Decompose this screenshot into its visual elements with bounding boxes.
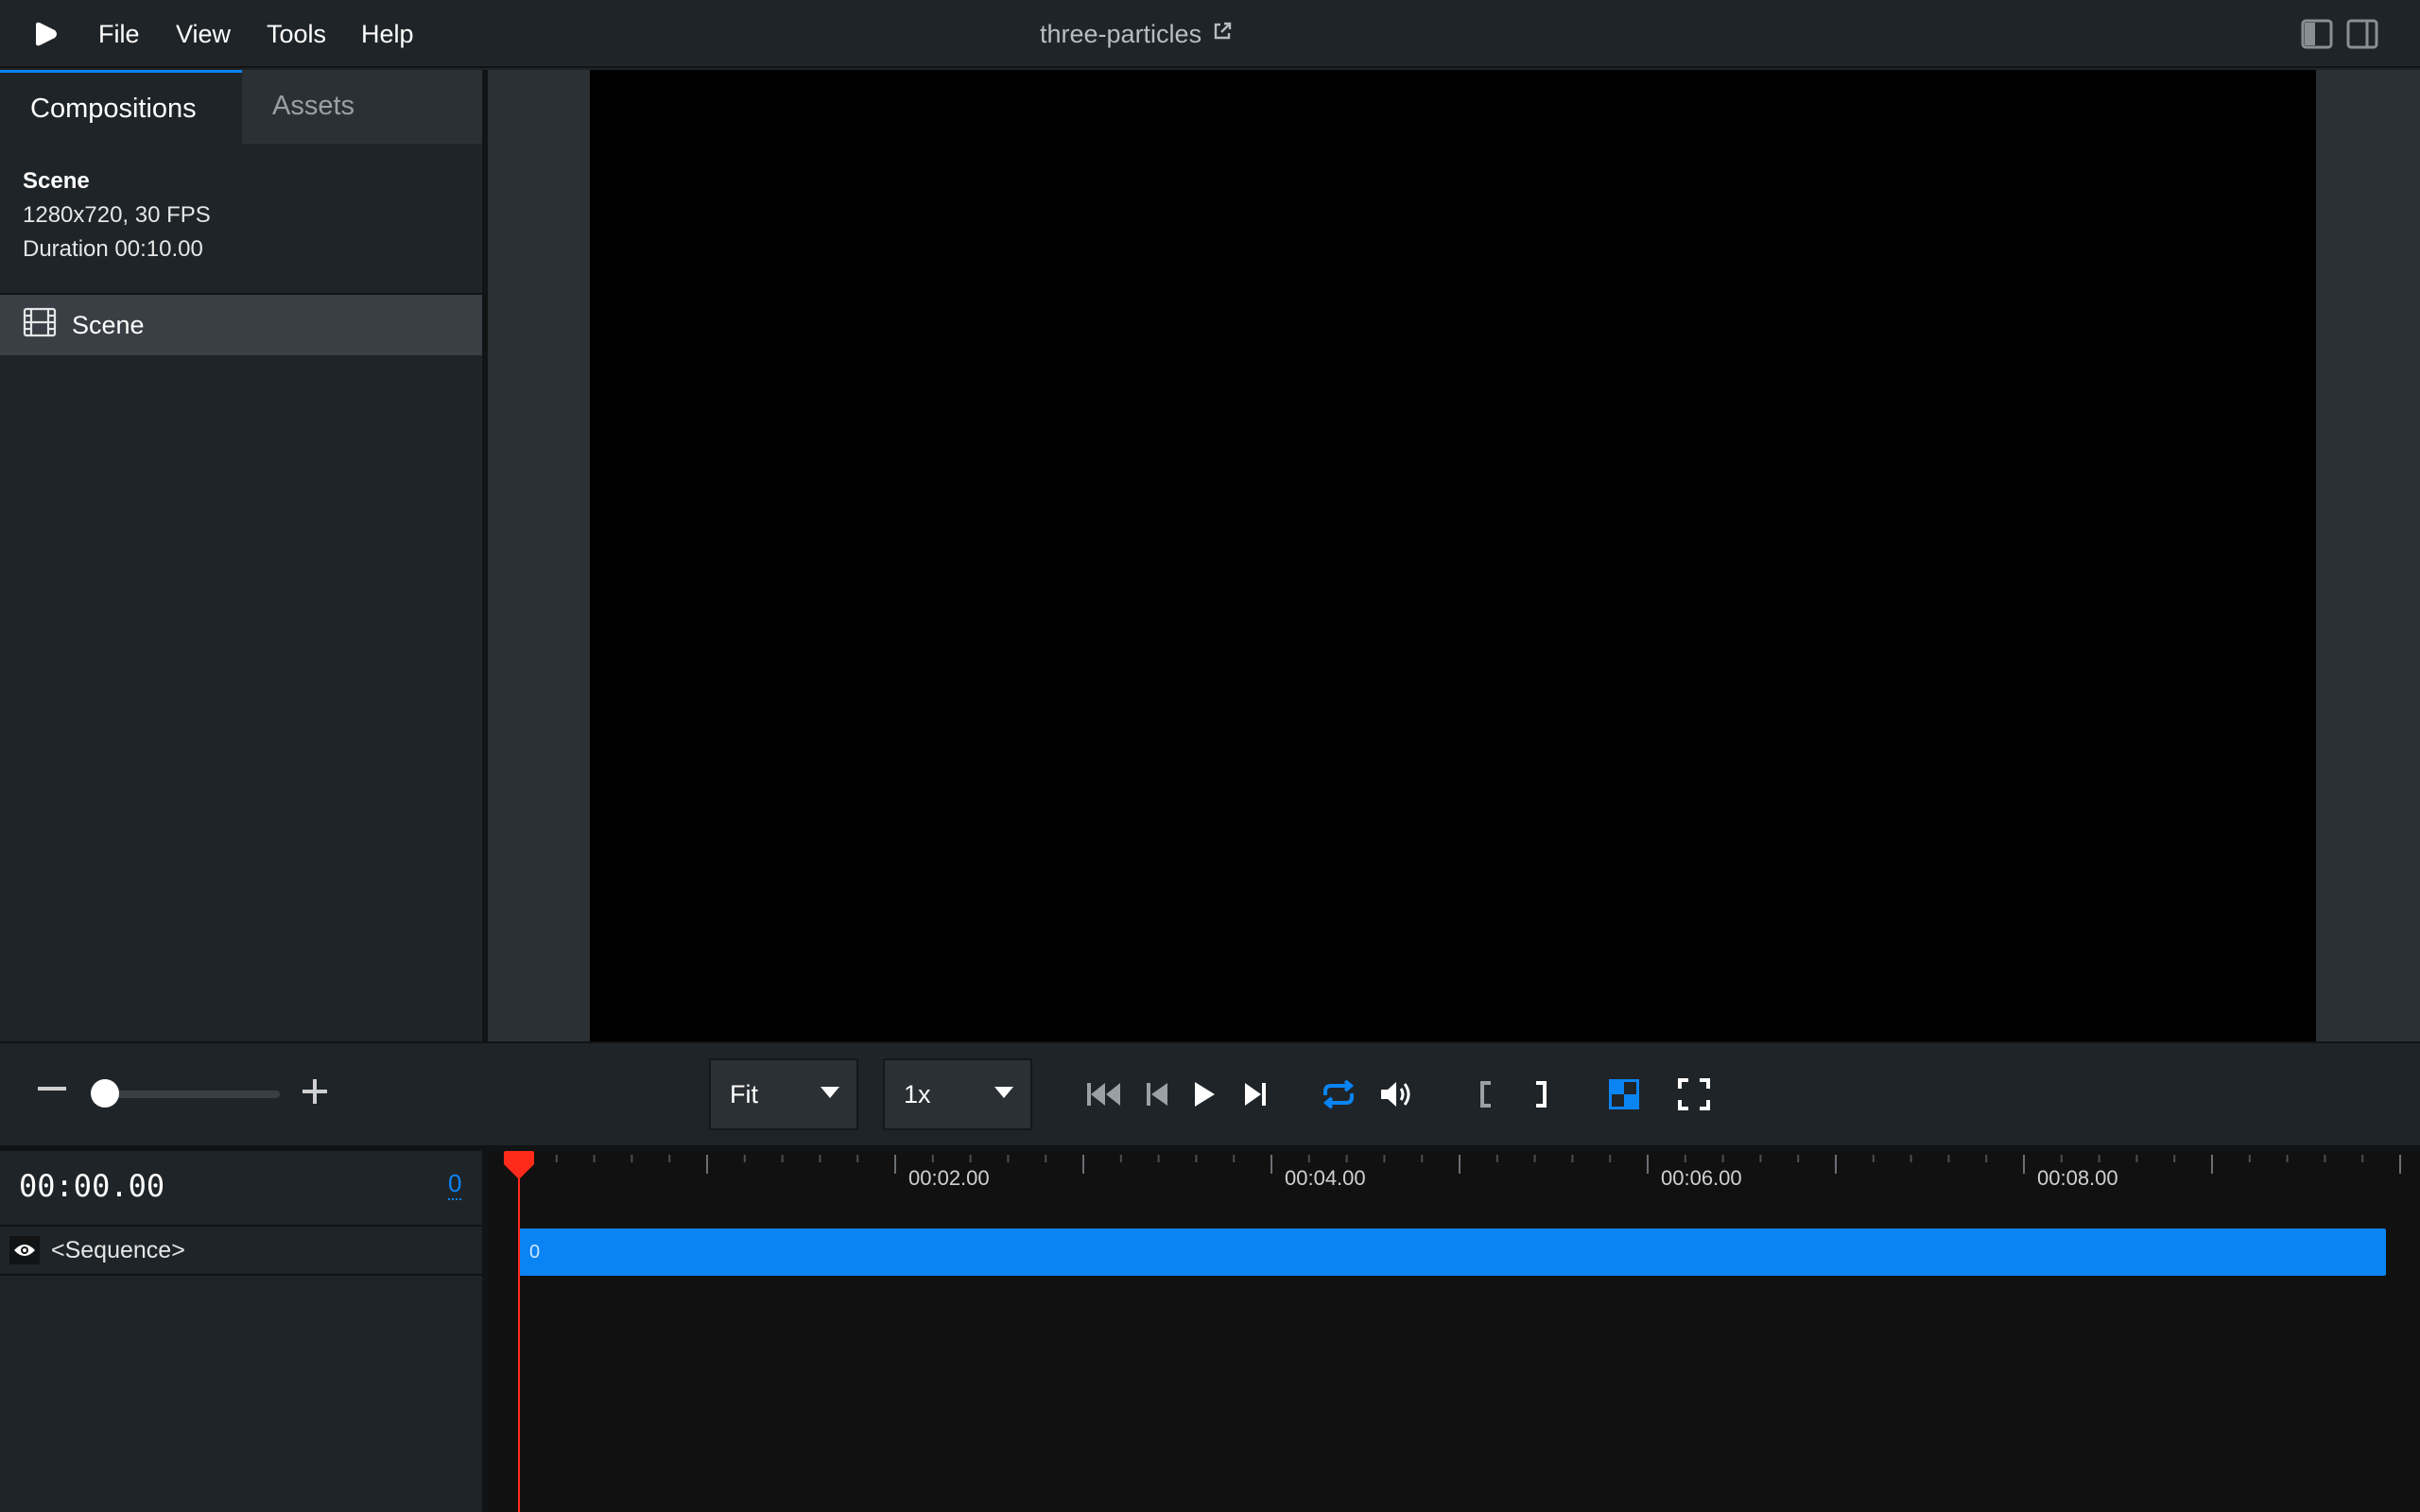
checkerboard-icon xyxy=(1609,1079,1639,1109)
sequence-layer-row[interactable]: <Sequence> xyxy=(0,1227,482,1274)
composition-item-label: Scene xyxy=(72,310,145,339)
toggle-left-sidebar-icon[interactable] xyxy=(2301,19,2333,49)
loop-icon xyxy=(1322,1079,1355,1109)
frame-number-input[interactable]: 0 xyxy=(448,1168,462,1200)
remotion-logo-icon xyxy=(32,21,59,47)
tab-compositions[interactable]: Compositions xyxy=(0,70,242,144)
zoom-out-icon[interactable] xyxy=(38,1087,66,1091)
fullscreen-icon xyxy=(1678,1078,1710,1110)
menu-tools[interactable]: Tools xyxy=(267,15,326,53)
sequence-layer-label: <Sequence> xyxy=(51,1236,185,1263)
composition-info: Scene 1280x720, 30 FPS Duration 00:10.00 xyxy=(23,164,458,266)
play-icon xyxy=(1195,1082,1215,1107)
in-point-icon xyxy=(1480,1081,1491,1108)
volume-button[interactable] xyxy=(1376,1075,1418,1113)
play-button[interactable] xyxy=(1184,1075,1225,1113)
mark-in-button[interactable] xyxy=(1465,1075,1507,1113)
timecode-display: 00:00.00 xyxy=(19,1168,165,1204)
playhead-line[interactable] xyxy=(518,1157,520,1512)
ruler-tick-label: 00:02.00 xyxy=(908,1166,990,1190)
previous-frame-button[interactable] xyxy=(1136,1075,1178,1113)
volume-icon xyxy=(1381,1082,1410,1107)
divider xyxy=(0,1274,482,1276)
mark-out-button[interactable] xyxy=(1520,1075,1562,1113)
toggle-right-sidebar-icon[interactable] xyxy=(2346,19,2378,49)
out-point-icon xyxy=(1536,1081,1547,1108)
fullscreen-button[interactable] xyxy=(1673,1075,1715,1113)
ruler-tick-label: 00:08.00 xyxy=(2037,1166,2118,1190)
preview-canvas xyxy=(590,70,2316,1041)
speed-select-value: 1x xyxy=(904,1079,931,1108)
speed-select[interactable]: 1x xyxy=(883,1058,1032,1130)
external-link-icon xyxy=(1211,15,1234,53)
project-title-link[interactable]: three-particles xyxy=(1040,15,1234,53)
visibility-toggle[interactable] xyxy=(9,1236,40,1264)
chevron-down-icon xyxy=(821,1087,839,1098)
timeline-layer-panel xyxy=(0,1151,482,1512)
zoom-slider-track[interactable] xyxy=(95,1091,280,1098)
ruler-tick-label: 00:06.00 xyxy=(1661,1166,1742,1190)
jump-to-start-button[interactable] xyxy=(1083,1075,1125,1113)
left-panel: Compositions Assets Scene 1280x720, 30 F… xyxy=(0,70,482,1041)
composition-info-name: Scene xyxy=(23,168,90,194)
film-icon xyxy=(23,307,57,344)
zoom-slider-knob[interactable] xyxy=(91,1079,119,1108)
composition-item-scene[interactable]: Scene xyxy=(0,295,482,355)
menu-view[interactable]: View xyxy=(176,15,231,53)
step-forward-icon xyxy=(1245,1083,1266,1106)
jump-to-start-icon xyxy=(1087,1083,1120,1106)
loop-button[interactable] xyxy=(1318,1075,1359,1113)
project-title: three-particles xyxy=(1040,20,1202,48)
size-select[interactable]: Fit xyxy=(709,1058,858,1130)
playhead-handle-icon[interactable] xyxy=(502,1151,536,1179)
eye-icon xyxy=(14,1245,35,1256)
zoom-in-icon[interactable] xyxy=(301,1077,329,1106)
menu-help[interactable]: Help xyxy=(361,15,414,53)
tab-assets[interactable]: Assets xyxy=(242,70,482,144)
ruler-tick-label: 00:04.00 xyxy=(1285,1166,1366,1190)
composition-info-duration: Duration 00:10.00 xyxy=(23,236,203,262)
checkerboard-toggle-button[interactable] xyxy=(1603,1075,1645,1113)
next-frame-button[interactable] xyxy=(1235,1075,1276,1113)
menu-file[interactable]: File xyxy=(98,15,140,53)
chevron-down-icon xyxy=(994,1087,1013,1098)
size-select-value: Fit xyxy=(730,1079,758,1108)
timeline-track-area[interactable] xyxy=(488,1151,2420,1512)
sequence-bar[interactable]: 0 xyxy=(518,1228,2386,1276)
timeline-ruler[interactable] xyxy=(488,1151,2420,1193)
step-back-icon xyxy=(1147,1083,1167,1106)
composition-info-resolution: 1280x720, 30 FPS xyxy=(23,202,211,228)
